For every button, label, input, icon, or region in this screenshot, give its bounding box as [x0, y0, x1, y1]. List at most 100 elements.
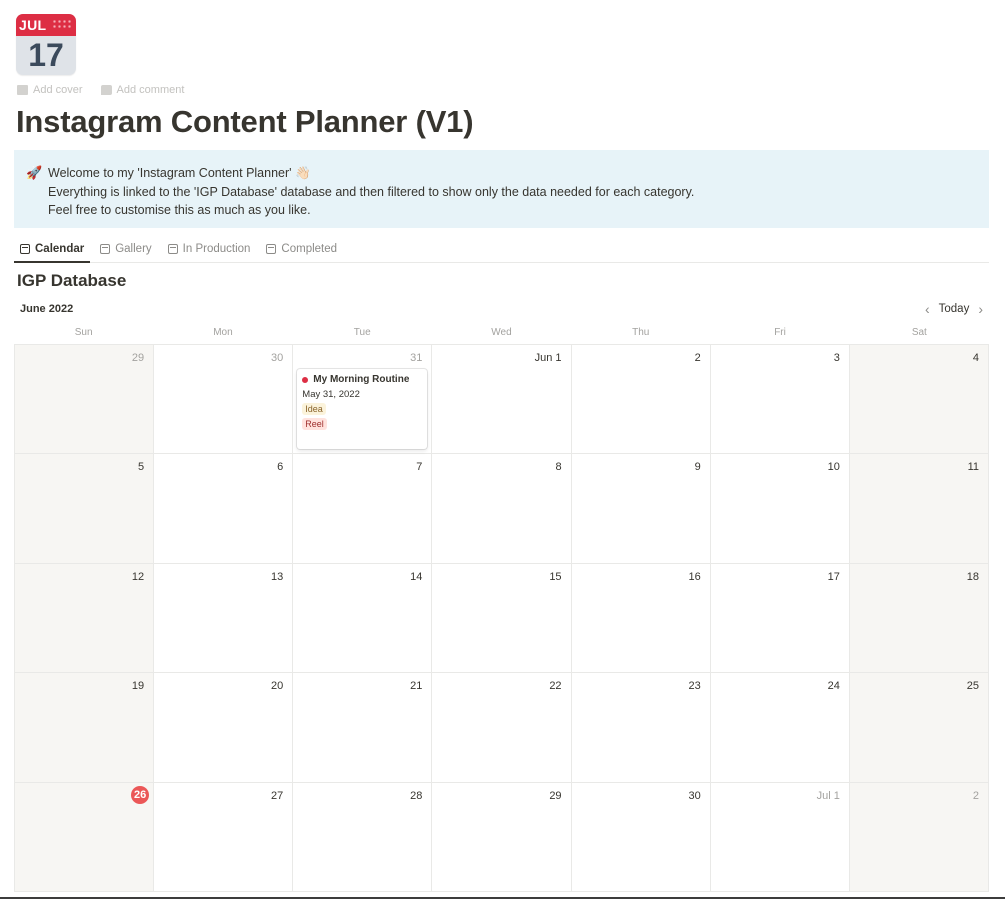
calendar-week: 19 20 21 22 23 24 25 — [15, 673, 989, 783]
weekday-header: Sun Mon Tue Wed Thu Fri Sat — [14, 327, 989, 338]
calendar-day[interactable]: 9 — [571, 454, 711, 564]
day-number: 25 — [966, 680, 979, 693]
calendar-view-icon — [20, 243, 30, 254]
callout-line-2: Everything is linked to the 'IGP Databas… — [48, 184, 695, 199]
calendar-day[interactable]: 7 — [293, 454, 433, 564]
day-number: 30 — [271, 352, 284, 364]
day-number: 28 — [410, 789, 423, 802]
image-icon — [17, 85, 28, 95]
calendar-day[interactable]: 14 — [293, 563, 433, 674]
callout: 🚀 Welcome to my 'Instagram Content Plann… — [14, 150, 989, 228]
calendar-day[interactable]: 25 — [849, 673, 989, 783]
day-number: 5 — [138, 461, 145, 474]
day-number: 2 — [972, 789, 979, 802]
tab-completed[interactable]: Completed — [260, 236, 343, 262]
calendar-day[interactable]: 31 My Morning Routine May 31, 2022 Idea … — [293, 345, 433, 455]
event-title: My Morning Routine — [313, 374, 410, 385]
calendar-day[interactable]: 30 — [571, 782, 711, 892]
view-tabs: Calendar Gallery In Production Completed — [14, 236, 989, 263]
gallery-view-icon — [100, 244, 111, 254]
chevron-left-icon[interactable]: ‹ — [925, 301, 930, 317]
today-badge: 26 — [131, 785, 150, 804]
comment-icon — [100, 85, 112, 95]
calendar-day[interactable]: 30 — [154, 345, 294, 455]
calendar-day[interactable]: 11 — [849, 454, 989, 564]
calendar-view-icon — [167, 244, 178, 254]
day-number: 27 — [271, 789, 284, 802]
today-button[interactable]: Today — [939, 303, 970, 315]
tab-label: Completed — [281, 243, 338, 255]
add-comment-label: Add comment — [116, 84, 185, 96]
callout-line-1: Welcome to my 'Instagram Content Planner… — [48, 166, 311, 180]
tab-calendar[interactable]: Calendar — [14, 236, 91, 263]
calendar-day[interactable]: 23 — [571, 673, 711, 783]
day-number: 15 — [549, 570, 562, 583]
weekday-label: Thu — [632, 327, 650, 338]
calendar-day[interactable]: Jun 1 — [432, 345, 572, 455]
day-number: 19 — [131, 680, 145, 693]
calendar-day[interactable]: 20 — [154, 673, 294, 783]
page-title[interactable]: Instagram Content Planner (V1) — [16, 104, 474, 140]
day-number: 14 — [410, 570, 423, 583]
day-number: 18 — [966, 570, 979, 583]
calendar-day[interactable]: 6 — [154, 454, 294, 564]
chevron-right-icon[interactable]: › — [978, 301, 983, 317]
day-number: 9 — [694, 461, 701, 474]
calendar-day[interactable]: 10 — [710, 454, 850, 564]
add-cover-label: Add cover — [33, 84, 83, 96]
day-number: 30 — [688, 789, 701, 802]
day-number: 24 — [827, 680, 840, 693]
calendar-day[interactable]: 3 — [710, 345, 850, 455]
add-comment-button[interactable]: Add comment — [100, 84, 185, 96]
day-number: 4 — [972, 352, 979, 364]
calendar-day[interactable]: 19 — [15, 673, 155, 783]
day-number: 17 — [827, 570, 840, 583]
calendar-day[interactable]: 26 — [15, 782, 155, 892]
weekday-label: Wed — [491, 327, 512, 338]
weekday-label: Sun — [74, 327, 93, 338]
tab-gallery[interactable]: Gallery — [94, 236, 157, 262]
calendar-week: 12 13 14 15 16 17 18 — [15, 563, 989, 674]
calendar-nav: ‹ Today › — [925, 301, 983, 317]
calendar-day[interactable]: 8 — [432, 454, 572, 564]
day-number: 20 — [271, 680, 284, 693]
database-title[interactable]: IGP Database — [17, 271, 126, 291]
calendar-day[interactable]: 18 — [849, 563, 989, 674]
calendar-day[interactable]: 2 — [849, 782, 989, 892]
calendar-day[interactable]: 21 — [293, 673, 433, 783]
calendar-day[interactable]: 29 — [432, 782, 572, 892]
calendar-view-icon — [266, 244, 277, 254]
day-number: 7 — [416, 461, 423, 474]
month-label: June 2022 — [20, 303, 74, 315]
tab-in-production[interactable]: In Production — [162, 236, 257, 262]
calendar-day[interactable]: 22 — [432, 673, 572, 783]
calendar-day[interactable]: 16 — [571, 563, 711, 674]
calendar-day[interactable]: 12 — [15, 563, 155, 674]
calendar-day[interactable]: 13 — [154, 563, 294, 674]
calendar-day[interactable]: 24 — [710, 673, 850, 783]
rocket-icon[interactable]: 🚀 — [26, 164, 48, 228]
calendar-day[interactable]: 15 — [432, 563, 572, 674]
calendar-icon-day: 17 — [28, 37, 64, 73]
calendar-day[interactable]: 5 — [15, 454, 155, 564]
tab-label: In Production — [182, 243, 251, 255]
calendar-icon[interactable]: JUL 17 — [16, 14, 76, 75]
day-number: 31 — [410, 352, 423, 364]
day-number: 12 — [131, 570, 145, 583]
calendar-week: 29 30 31 My Morning Routine May 31, 2022… — [15, 345, 989, 455]
calendar-day[interactable]: 28 — [293, 782, 433, 892]
event-card[interactable]: My Morning Routine May 31, 2022 Idea Ree… — [297, 369, 428, 449]
add-cover-button[interactable]: Add cover — [17, 84, 83, 96]
calendar-day[interactable]: 27 — [154, 782, 294, 892]
calendar-week: 5 6 7 8 9 10 11 — [15, 454, 989, 564]
day-number: 6 — [277, 461, 284, 474]
calendar-day[interactable]: 2 — [571, 345, 711, 455]
calendar-day[interactable]: 29 — [15, 345, 155, 455]
calendar-day[interactable]: 17 — [710, 563, 850, 674]
calendar-day[interactable]: Jul 1 — [710, 782, 850, 892]
tab-label: Gallery — [115, 243, 152, 255]
calendar-icon-month: JUL — [19, 17, 47, 33]
day-number: 29 — [131, 352, 145, 364]
day-number: 2 — [694, 352, 701, 364]
calendar-day[interactable]: 4 — [849, 345, 989, 455]
